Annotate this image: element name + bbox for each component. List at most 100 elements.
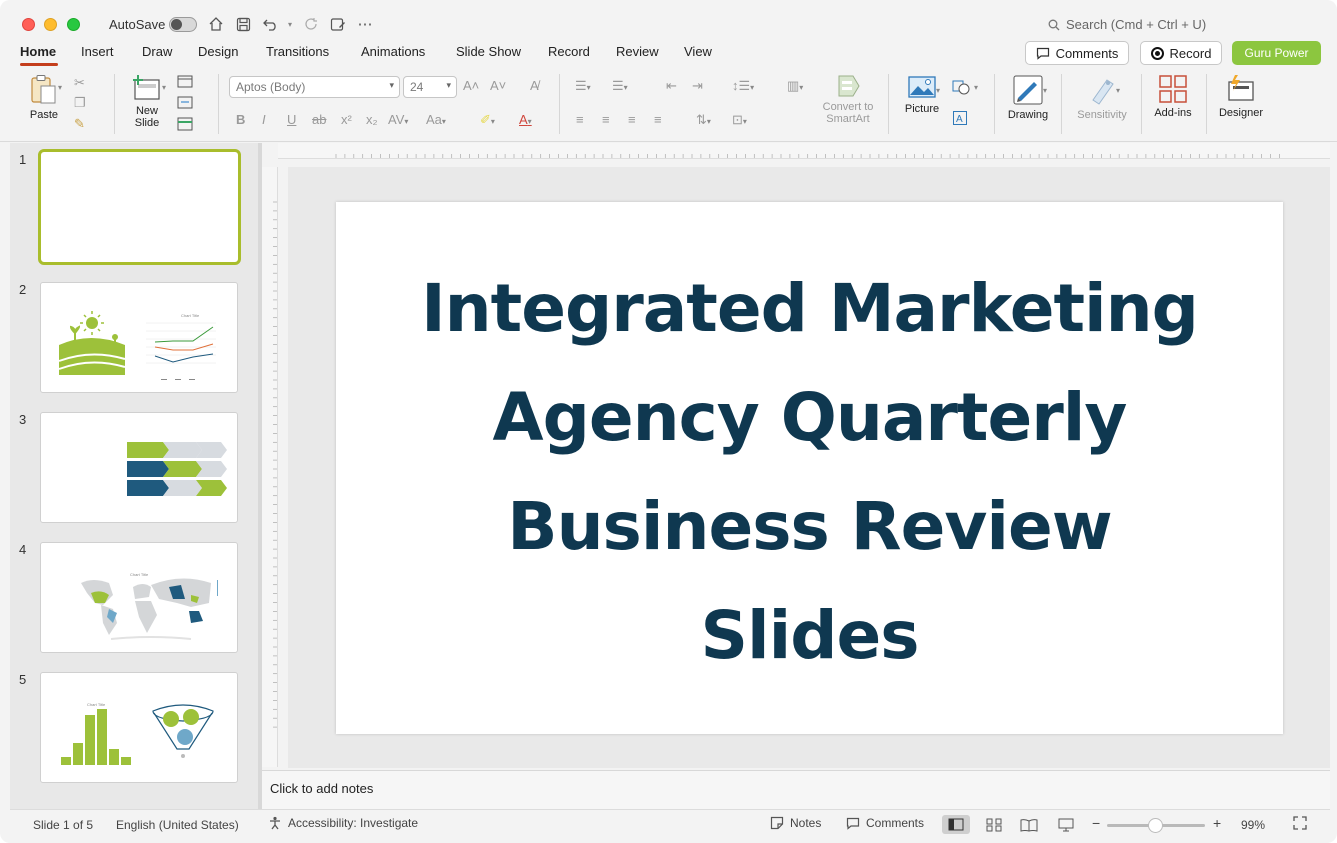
slide-title[interactable]: Integrated Marketing Agency Quarterly Bu… — [336, 254, 1283, 690]
language-status[interactable]: English (United States) — [116, 818, 239, 832]
search-box[interactable]: Search (Cmd + Ctrl + U) — [1048, 17, 1206, 32]
designer-button[interactable]: Designer — [1216, 74, 1266, 119]
title-line: Business Review — [507, 488, 1112, 565]
highlight-icon[interactable]: ✐▾ — [480, 112, 495, 128]
current-slide[interactable]: Integrated Marketing Agency Quarterly Bu… — [336, 202, 1283, 734]
convert-smartart-button[interactable]: Convert to SmartArt — [818, 74, 878, 125]
align-center-icon[interactable]: ≡ — [602, 112, 610, 127]
zoom-slider-handle[interactable] — [1148, 818, 1163, 833]
text-direction-icon[interactable]: ⇅▾ — [696, 112, 711, 128]
tab-animations[interactable]: Animations — [361, 44, 425, 59]
comments-toggle-button[interactable]: Comments — [846, 816, 924, 830]
copy-icon[interactable]: ❐ — [74, 95, 86, 111]
slide-sorter-button[interactable] — [980, 815, 1008, 834]
justify-icon[interactable]: ≡ — [654, 112, 662, 127]
shapes-icon[interactable] — [952, 80, 972, 99]
align-text-icon[interactable]: ⊡▾ — [732, 112, 747, 128]
guru-power-button[interactable]: Guru Power — [1232, 41, 1321, 65]
slide-thumbnail-5[interactable]: Chart Title — [40, 672, 238, 783]
picture-dropdown-icon[interactable]: ▾ — [936, 86, 940, 95]
slideshow-shortcut-icon[interactable] — [328, 14, 348, 34]
layout-icon[interactable] — [177, 75, 193, 91]
paste-button[interactable]: Paste — [22, 74, 66, 121]
superscript-icon[interactable]: x² — [341, 112, 352, 127]
slide-thumbnail-3[interactable] — [40, 412, 238, 523]
change-case-icon[interactable]: Aa▾ — [426, 112, 446, 127]
sensitivity-button[interactable]: Sensitivity — [1072, 74, 1132, 121]
columns-icon[interactable]: ▥▾ — [787, 78, 803, 94]
close-window-button[interactable] — [22, 18, 35, 31]
save-icon[interactable] — [233, 14, 253, 34]
decrease-indent-icon[interactable]: ⇤ — [666, 78, 677, 94]
drawing-dropdown-icon[interactable]: ▾ — [1043, 86, 1047, 95]
thumb-3-preview — [127, 442, 227, 496]
character-spacing-icon[interactable]: AV▾ — [388, 112, 408, 127]
new-slide-dropdown-icon[interactable]: ▾ — [162, 83, 166, 92]
comments-button[interactable]: Comments — [1025, 41, 1129, 65]
zoom-out-button[interactable]: − — [1092, 815, 1100, 831]
accessibility-status[interactable]: Accessibility: Investigate — [268, 816, 418, 830]
text-box-icon[interactable]: A — [952, 110, 968, 129]
slide-thumbnails-panel[interactable]: 1 2 Chart Title 3 4 Chart Title 5 Chart … — [10, 143, 258, 809]
undo-icon[interactable] — [261, 14, 281, 34]
autosave-toggle[interactable] — [169, 17, 197, 32]
slideshow-view-button[interactable] — [1052, 815, 1080, 834]
tab-view[interactable]: View — [684, 44, 712, 59]
subscript-icon[interactable]: x₂ — [366, 112, 378, 127]
font-size-select[interactable]: 24 ▾ — [403, 76, 457, 98]
addins-button[interactable]: Add-ins — [1150, 74, 1196, 119]
increase-indent-icon[interactable]: ⇥ — [692, 78, 703, 94]
reset-icon[interactable] — [177, 96, 193, 112]
italic-icon[interactable]: I — [262, 112, 266, 127]
notes-toggle-button[interactable]: Notes — [770, 816, 821, 830]
bold-icon[interactable]: B — [236, 112, 245, 127]
zoom-level[interactable]: 99% — [1241, 818, 1265, 832]
slide-thumbnail-4[interactable]: Chart Title — [40, 542, 238, 653]
font-name-select[interactable]: Aptos (Body) ▾ — [229, 76, 400, 98]
slide-thumbnail-1[interactable] — [38, 149, 241, 265]
zoom-in-button[interactable]: + — [1213, 815, 1221, 831]
undo-dropdown-icon[interactable]: ▾ — [280, 14, 300, 34]
numbering-icon[interactable]: ☰▾ — [612, 78, 628, 94]
strikethrough-icon[interactable]: ab — [312, 112, 326, 127]
accessibility-label: Accessibility: Investigate — [288, 816, 419, 830]
tab-review[interactable]: Review — [616, 44, 659, 59]
paste-dropdown-icon[interactable]: ▾ — [58, 83, 62, 92]
increase-font-icon[interactable]: A˄ — [463, 78, 479, 93]
notes-pane[interactable]: Click to add notes — [262, 770, 1330, 809]
ribbon-separator — [114, 74, 115, 134]
font-color-icon[interactable]: A▾ — [519, 112, 532, 127]
redo-icon[interactable] — [301, 14, 321, 34]
tab-transitions[interactable]: Transitions — [266, 44, 329, 59]
maximize-window-button[interactable] — [67, 18, 80, 31]
format-painter-icon[interactable]: ✎ — [74, 116, 85, 132]
drawing-button[interactable]: Drawing — [1005, 74, 1051, 121]
align-left-icon[interactable]: ≡ — [576, 112, 584, 127]
shapes-dropdown-icon[interactable]: ▾ — [974, 83, 978, 92]
slideshow-icon — [1058, 818, 1074, 831]
align-right-icon[interactable]: ≡ — [628, 112, 636, 127]
tab-home[interactable]: Home — [20, 44, 56, 59]
slide-thumbnail-2[interactable]: Chart Title — [40, 282, 238, 393]
home-icon[interactable] — [206, 14, 226, 34]
more-icon[interactable]: ⋯ — [355, 14, 375, 34]
tab-slide-show[interactable]: Slide Show — [456, 44, 521, 59]
decrease-font-icon[interactable]: A˅ — [490, 78, 506, 93]
cut-icon[interactable]: ✂ — [74, 75, 85, 91]
tab-draw[interactable]: Draw — [142, 44, 172, 59]
line-spacing-icon[interactable]: ↕☰▾ — [732, 78, 754, 94]
sensitivity-dropdown-icon[interactable]: ▾ — [1116, 86, 1120, 95]
section-icon[interactable] — [177, 117, 193, 134]
tab-insert[interactable]: Insert — [81, 44, 114, 59]
reading-view-button[interactable] — [1015, 815, 1043, 834]
tab-record[interactable]: Record — [548, 44, 590, 59]
clear-formatting-icon[interactable]: A̸ — [530, 78, 539, 93]
record-button[interactable]: Record — [1140, 41, 1222, 65]
fit-to-window-button[interactable] — [1292, 815, 1308, 834]
underline-icon[interactable]: U — [287, 112, 296, 127]
normal-view-button[interactable] — [942, 815, 970, 834]
minimize-window-button[interactable] — [44, 18, 57, 31]
tab-design[interactable]: Design — [198, 44, 238, 59]
search-placeholder: Search (Cmd + Ctrl + U) — [1066, 17, 1207, 32]
bullets-icon[interactable]: ☰▾ — [575, 78, 591, 94]
